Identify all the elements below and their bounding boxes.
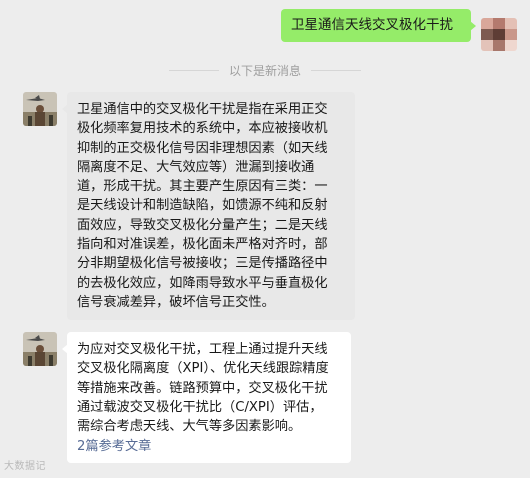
reply1-line: 极化频率复用技术的系统中，本应被接收机 xyxy=(77,121,328,137)
reply-message-bubble-1[interactable]: 卫星通信中的交叉极化干扰是指在采用正交 极化频率复用技术的系统中，本应被接收机 … xyxy=(62,92,355,321)
reply1-line: 抑制的正交极化信号因非理想因素（如天线 xyxy=(77,140,328,156)
new-messages-divider: 以下是新消息 xyxy=(0,60,530,80)
reply1-line: 是天线设计和制造缺陷，如馈源不纯和反射 xyxy=(77,198,328,214)
reply2-line: 需综合考虑天线、大气等多因素影响。 xyxy=(77,419,302,435)
outgoing-message-bubble[interactable]: 卫星通信天线交叉极化干扰 xyxy=(281,9,476,42)
reply2-line: 等措施来改善。链路预算中，交叉极化干扰 xyxy=(77,380,328,396)
outgoing-message-text: 卫星通信天线交叉极化干扰 xyxy=(291,17,453,33)
reply2-line: 交叉极化隔离度（XPI）、优化天线跟踪精度 xyxy=(77,361,329,377)
new-messages-label: 以下是新消息 xyxy=(228,63,301,78)
reply2-line: 通过载波交叉极化干扰比（C/XPI）评估， xyxy=(77,399,323,415)
watermark: 大数据记 xyxy=(4,461,46,472)
reply1-line: 指向和对准误差，极化面未严格对齐时，部 xyxy=(77,237,328,253)
reply1-line: 分非期望极化信号被接收；三是传播路径中 xyxy=(77,256,328,272)
reply-message-bubble-2[interactable]: 为应对交叉极化干扰，工程上通过提升天线 交叉极化隔离度（XPI）、优化天线跟踪精… xyxy=(62,332,351,463)
references-link[interactable]: 2篇参考文章 xyxy=(77,437,341,456)
reply1-line: 隔离度不足、大气效应等）泄漏到接收通 xyxy=(77,159,315,175)
self-avatar[interactable] xyxy=(481,18,517,51)
bot-avatar[interactable] xyxy=(23,92,57,126)
bot-avatar[interactable] xyxy=(23,332,57,366)
reply1-line: 面效应，导致交叉极化分量产生；二是天线 xyxy=(77,217,328,233)
reply1-line: 道，形成干扰。其主要产生原因有三类：一 xyxy=(77,179,328,195)
reply1-line: 信号衰减差异，破坏信号正交性。 xyxy=(77,294,275,310)
reply1-line: 的去极化效应，如降雨导致水平与垂直极化 xyxy=(77,275,328,291)
divider-line-left xyxy=(168,69,219,71)
divider-line-right xyxy=(311,69,361,71)
reply2-line: 为应对交叉极化干扰，工程上通过提升天线 xyxy=(77,342,328,357)
reply1-line: 卫星通信中的交叉极化干扰是指在采用正交 xyxy=(77,102,328,117)
